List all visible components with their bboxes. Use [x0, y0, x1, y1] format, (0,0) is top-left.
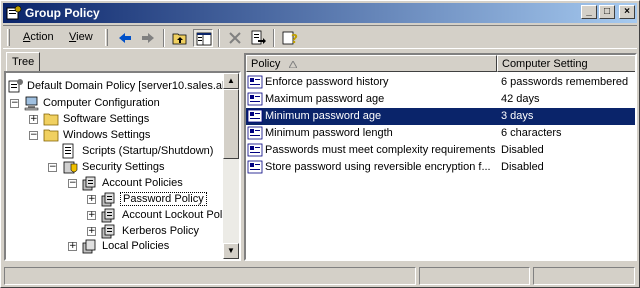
show-hide-tree-button[interactable]	[193, 29, 213, 47]
computer-icon	[24, 96, 39, 111]
column-header-computer-setting[interactable]: Computer Setting	[497, 55, 635, 72]
status-bar	[3, 265, 637, 286]
menu-toolbar-row: Action View ?	[3, 25, 637, 49]
close-button[interactable]: ×	[619, 5, 635, 19]
help-icon: ?	[282, 31, 298, 46]
policy-list-pane[interactable]: Policy Computer Setting Enforce password…	[244, 53, 637, 261]
status-pane-main	[4, 267, 416, 285]
scroll-down-button[interactable]: ▼	[223, 243, 239, 259]
policy-setting-icon	[247, 160, 263, 174]
scroll-up-button[interactable]: ▲	[223, 73, 239, 89]
policy-setting-icon	[247, 109, 263, 123]
list-row-reversible-encryption[interactable]: Store password using reversible encrypti…	[246, 159, 635, 176]
tree-pane[interactable]: Default Domain Policy [server10.sales.al…	[4, 71, 241, 261]
menubar-grip[interactable]	[7, 29, 10, 46]
forward-icon	[142, 33, 154, 43]
policy-setting-icon	[247, 143, 263, 157]
tab-tree[interactable]: Tree	[6, 52, 40, 71]
status-pane-3	[533, 267, 635, 285]
up-folder-icon	[172, 33, 187, 45]
security-icon	[63, 161, 78, 174]
title-bar[interactable]: Group Policy _ □ ×	[3, 3, 637, 23]
menu-action[interactable]: Action	[23, 31, 54, 43]
help-button[interactable]: ?	[280, 29, 300, 47]
delete-icon	[229, 32, 241, 44]
sort-ascending-icon	[289, 61, 297, 68]
scroll-thumb[interactable]	[223, 89, 239, 159]
policy-folder-icon	[101, 208, 115, 223]
policy-folder-icon	[101, 224, 115, 239]
toolbar-grip[interactable]	[105, 29, 108, 46]
policy-setting-icon	[247, 75, 263, 89]
collapse-toggle[interactable]: −	[48, 163, 57, 172]
expand-toggle[interactable]: +	[87, 195, 96, 204]
forward-button[interactable]	[138, 29, 158, 47]
list-row-minimum-password-age[interactable]: Minimum password age 3 days	[246, 108, 635, 125]
list-row-minimum-password-length[interactable]: Minimum password length 6 characters	[246, 125, 635, 142]
list-row-password-complexity[interactable]: Passwords must meet complexity requireme…	[246, 142, 635, 159]
expand-toggle[interactable]: +	[87, 211, 96, 220]
list-row-maximum-password-age[interactable]: Maximum password age 42 days	[246, 91, 635, 108]
policy-folder-icon	[101, 192, 115, 207]
tree-vertical-scrollbar[interactable]: ▲ ▼	[223, 73, 239, 259]
back-button[interactable]	[115, 29, 135, 47]
collapse-toggle[interactable]: −	[29, 131, 38, 140]
delete-button[interactable]	[225, 29, 245, 47]
window-title: Group Policy	[25, 6, 100, 20]
expand-toggle[interactable]: +	[87, 227, 96, 236]
export-list-icon	[251, 30, 266, 45]
folder-icon	[43, 129, 59, 142]
status-pane-2	[419, 267, 530, 285]
show-hide-tree-icon	[196, 32, 212, 46]
policy-folder-icon	[82, 239, 96, 254]
list-row-enforce-password-history[interactable]: Enforce password history 6 passwords rem…	[246, 74, 635, 91]
collapse-toggle[interactable]: −	[10, 99, 19, 108]
collapse-toggle[interactable]: −	[68, 179, 77, 188]
toolbar-separator	[163, 29, 165, 47]
menu-view[interactable]: View	[69, 31, 93, 43]
folder-icon	[43, 113, 59, 126]
export-list-button[interactable]	[248, 29, 268, 47]
script-icon	[62, 143, 74, 159]
column-header-policy[interactable]: Policy	[246, 55, 497, 72]
expand-toggle[interactable]: +	[68, 242, 77, 251]
up-one-level-button[interactable]	[170, 29, 190, 47]
svg-text:?: ?	[291, 32, 298, 46]
policy-folder-icon	[82, 176, 96, 191]
minimize-button[interactable]: _	[581, 5, 597, 19]
policy-icon	[8, 79, 23, 93]
group-policy-app-icon	[6, 5, 22, 20]
policy-setting-icon	[247, 92, 263, 106]
toolbar-separator	[218, 29, 220, 47]
toolbar-separator	[273, 29, 275, 47]
maximize-button[interactable]: □	[599, 5, 615, 19]
back-icon	[119, 33, 131, 43]
policy-setting-icon	[247, 126, 263, 140]
expand-toggle[interactable]: +	[29, 115, 38, 124]
group-policy-window: Group Policy _ □ × Action View ? Tree De…	[0, 0, 640, 288]
